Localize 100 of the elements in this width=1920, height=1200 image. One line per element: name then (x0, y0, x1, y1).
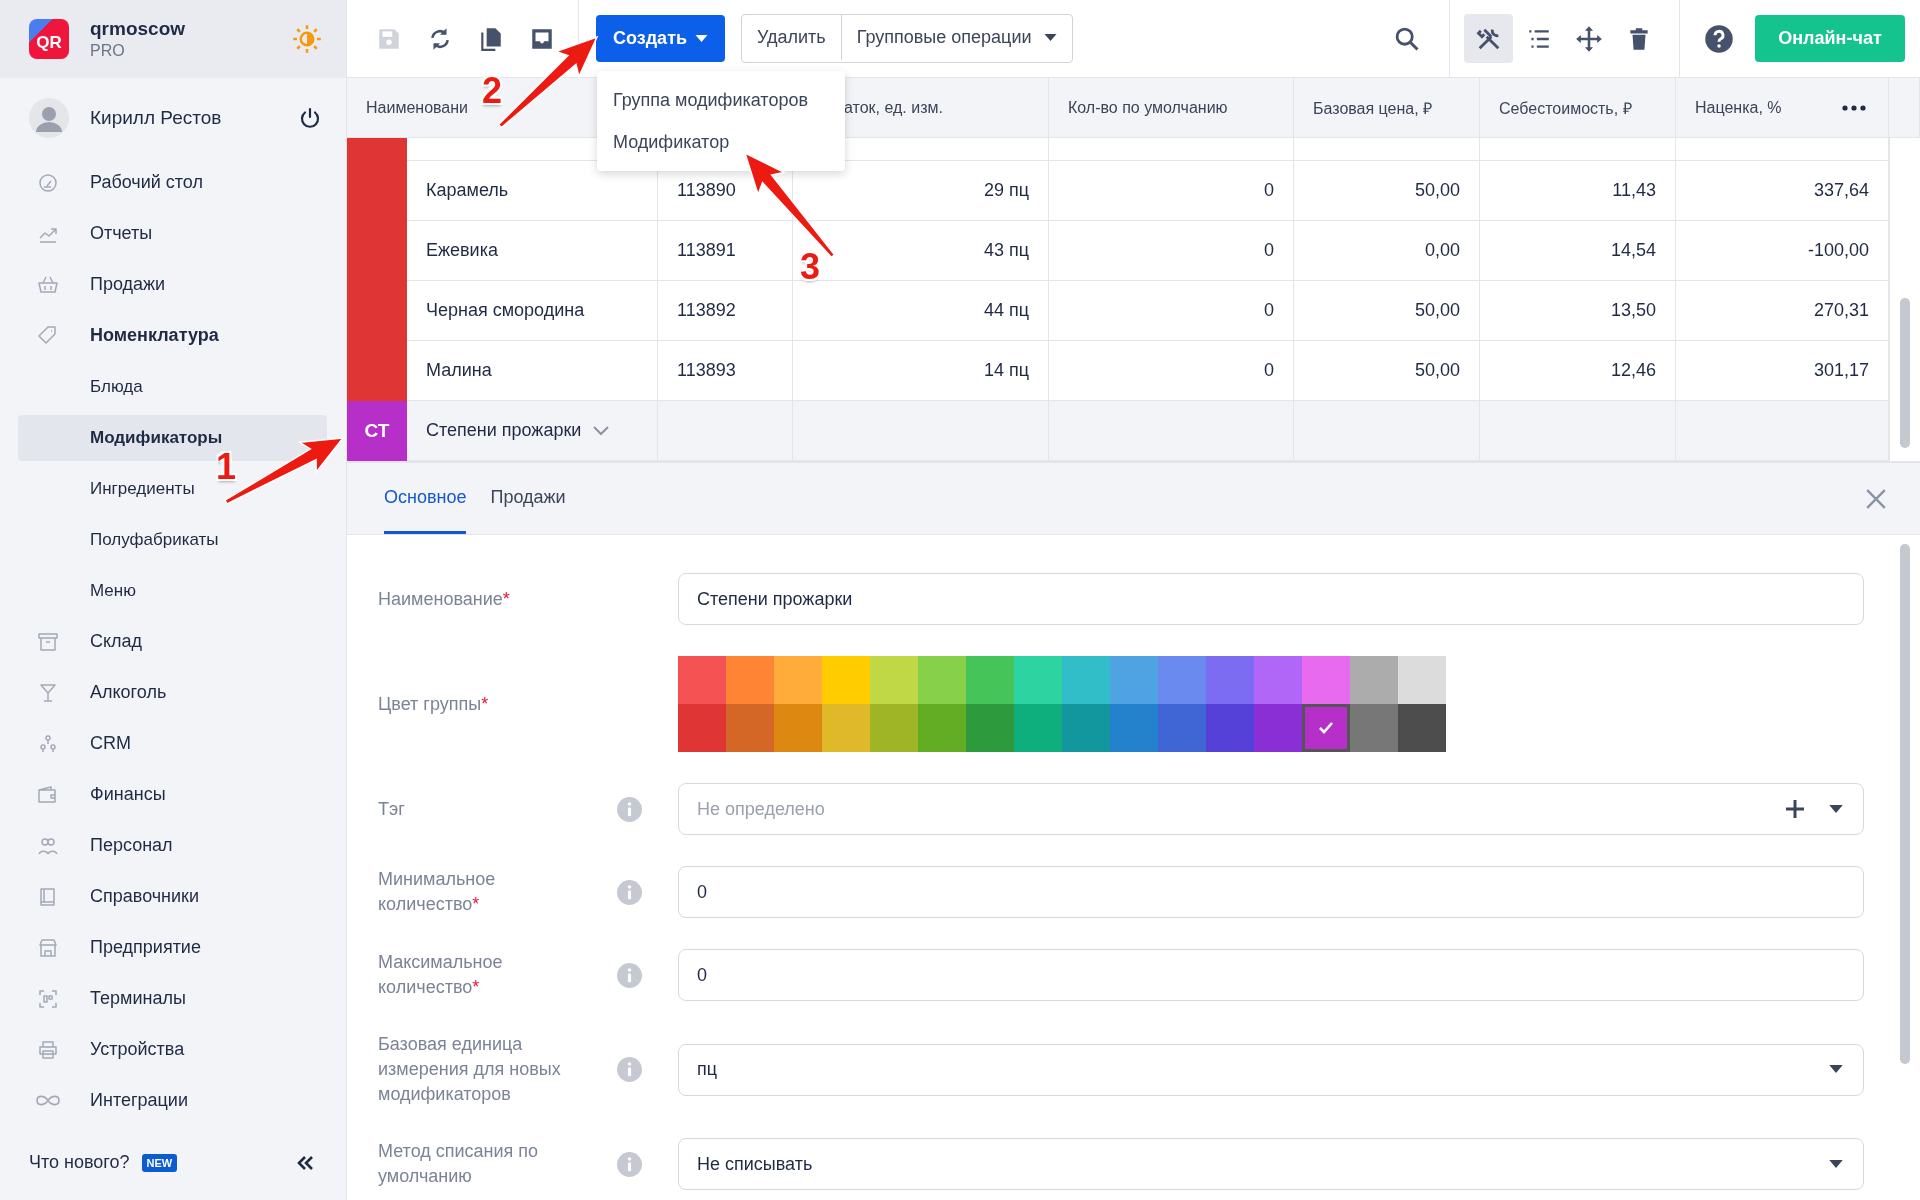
nav-item[interactable]: Устройства (0, 1024, 346, 1075)
color-swatch[interactable] (1206, 656, 1254, 704)
input-field[interactable]: 0 (678, 866, 1864, 918)
theme-toggle-icon[interactable] (292, 24, 322, 54)
color-swatch[interactable] (1254, 704, 1302, 752)
table-cell: 50,00 (1294, 161, 1480, 221)
table-cell: 0,00 (1294, 221, 1480, 281)
more-icon[interactable] (1842, 104, 1866, 111)
field-label: Метод списания по умолчанию (378, 1141, 539, 1186)
color-swatch[interactable] (918, 656, 966, 704)
caret-icon (1829, 804, 1843, 814)
plan-label: PRO (90, 42, 126, 60)
nav-item[interactable]: Финансы (0, 769, 346, 820)
nav-item[interactable]: Терминалы (0, 973, 346, 1024)
color-swatch[interactable] (1110, 704, 1158, 752)
nav-item[interactable]: Продажи (0, 259, 346, 310)
input-field[interactable]: Степени прожарки (678, 573, 1864, 625)
power-icon[interactable] (298, 105, 322, 130)
info-icon[interactable] (617, 1057, 642, 1082)
scrollbar-thumb[interactable] (1900, 544, 1910, 1064)
color-swatch[interactable] (774, 656, 822, 704)
color-swatch[interactable] (678, 704, 726, 752)
color-swatch[interactable] (1014, 704, 1062, 752)
info-icon[interactable] (617, 962, 642, 988)
table-cell: 337,64 (1676, 161, 1889, 221)
info-icon[interactable] (617, 796, 642, 822)
color-swatch[interactable] (870, 656, 918, 704)
color-swatch[interactable] (918, 704, 966, 752)
app-logo: QR (29, 19, 69, 59)
nav-item[interactable]: Справочники (0, 871, 346, 922)
nav-item[interactable]: Алкоголь (0, 667, 346, 718)
delete-button[interactable]: Удалить (742, 15, 841, 60)
chevron-down-icon[interactable] (593, 425, 610, 436)
nav-item[interactable]: Отчеты (0, 208, 346, 259)
color-swatch[interactable] (1350, 704, 1398, 752)
color-swatch[interactable] (966, 704, 1014, 752)
color-swatch[interactable] (774, 704, 822, 752)
table-cell: 113891 (658, 221, 793, 281)
scrollbar-thumb[interactable] (1900, 298, 1910, 448)
table-cell: Черная смородина (407, 281, 658, 341)
nav-item[interactable]: Персонал (0, 820, 346, 871)
nav-subitem[interactable]: Полуфабрикаты (18, 516, 227, 563)
color-swatch[interactable] (1302, 656, 1350, 704)
color-swatch[interactable] (1302, 704, 1350, 752)
input-field[interactable]: 0 (678, 949, 1864, 1001)
table-cell: 11,43 (1480, 161, 1676, 221)
tools-icon[interactable] (1464, 14, 1513, 63)
select-field[interactable]: Не списывать (678, 1138, 1864, 1190)
color-swatch[interactable] (1158, 704, 1206, 752)
nav-item[interactable]: Номенклатура (0, 310, 346, 361)
nav-item[interactable]: Интеграции (0, 1075, 346, 1126)
select-field[interactable]: пц (678, 1043, 1864, 1096)
color-swatch[interactable] (1206, 704, 1254, 752)
caret-icon (1829, 1065, 1843, 1074)
table-cell: 113892 (658, 281, 793, 341)
color-swatch[interactable] (1110, 656, 1158, 704)
table-cell: Ежевика (407, 221, 658, 281)
info-icon[interactable] (617, 1151, 642, 1177)
color-swatch[interactable] (966, 656, 1014, 704)
nav-subitem[interactable]: Ингредиенты (18, 465, 203, 512)
field-label: Цвет группы* (378, 693, 489, 714)
nav-subitem[interactable]: Блюда (18, 363, 151, 410)
create-button[interactable]: Создать (596, 15, 725, 62)
color-swatch[interactable] (1398, 656, 1446, 704)
color-swatch[interactable] (822, 704, 870, 752)
table-cell: -100,00 (1676, 221, 1889, 281)
whats-new-link[interactable]: Что нового? (29, 1152, 130, 1173)
color-swatch[interactable] (726, 656, 774, 704)
nav-subitem[interactable]: Меню (18, 567, 144, 614)
field-label: Тэг (378, 798, 405, 819)
field-label: Наименование* (378, 588, 510, 609)
color-swatch[interactable] (1350, 656, 1398, 704)
color-swatch[interactable] (1398, 704, 1446, 752)
color-swatch[interactable] (678, 656, 726, 704)
nav-item[interactable]: CRM (0, 718, 346, 769)
nav-item[interactable]: Рабочий стол (0, 157, 346, 208)
color-swatch[interactable] (726, 704, 774, 752)
plus-icon[interactable] (1785, 799, 1805, 819)
tab[interactable]: Продажи (490, 463, 566, 534)
info-icon[interactable] (617, 879, 642, 905)
table-cell: 50,00 (1294, 281, 1480, 341)
column-header: Базовая цена, ₽ (1294, 78, 1480, 138)
infinity-icon (36, 1094, 60, 1106)
caret-icon (695, 34, 708, 43)
column-header: Наценка, % (1695, 98, 1782, 117)
color-swatch[interactable] (870, 704, 918, 752)
nav-item[interactable]: Предприятие (0, 922, 346, 973)
color-swatch[interactable] (1254, 656, 1302, 704)
tab[interactable]: Основное (384, 463, 467, 534)
color-swatch[interactable] (822, 656, 870, 704)
table-cell: 270,31 (1676, 281, 1889, 341)
color-swatch[interactable] (1062, 704, 1110, 752)
user-name: Кирилл Рестов (90, 106, 223, 129)
close-icon[interactable] (1865, 487, 1887, 510)
bulk-actions-button[interactable]: Групповые операции (840, 15, 1072, 60)
column-header: Себестоимость, ₽ (1480, 78, 1676, 138)
color-swatch[interactable] (1014, 656, 1062, 704)
nav-item[interactable]: Склад (0, 616, 346, 667)
color-swatch[interactable] (1062, 656, 1110, 704)
color-swatch[interactable] (1158, 656, 1206, 704)
